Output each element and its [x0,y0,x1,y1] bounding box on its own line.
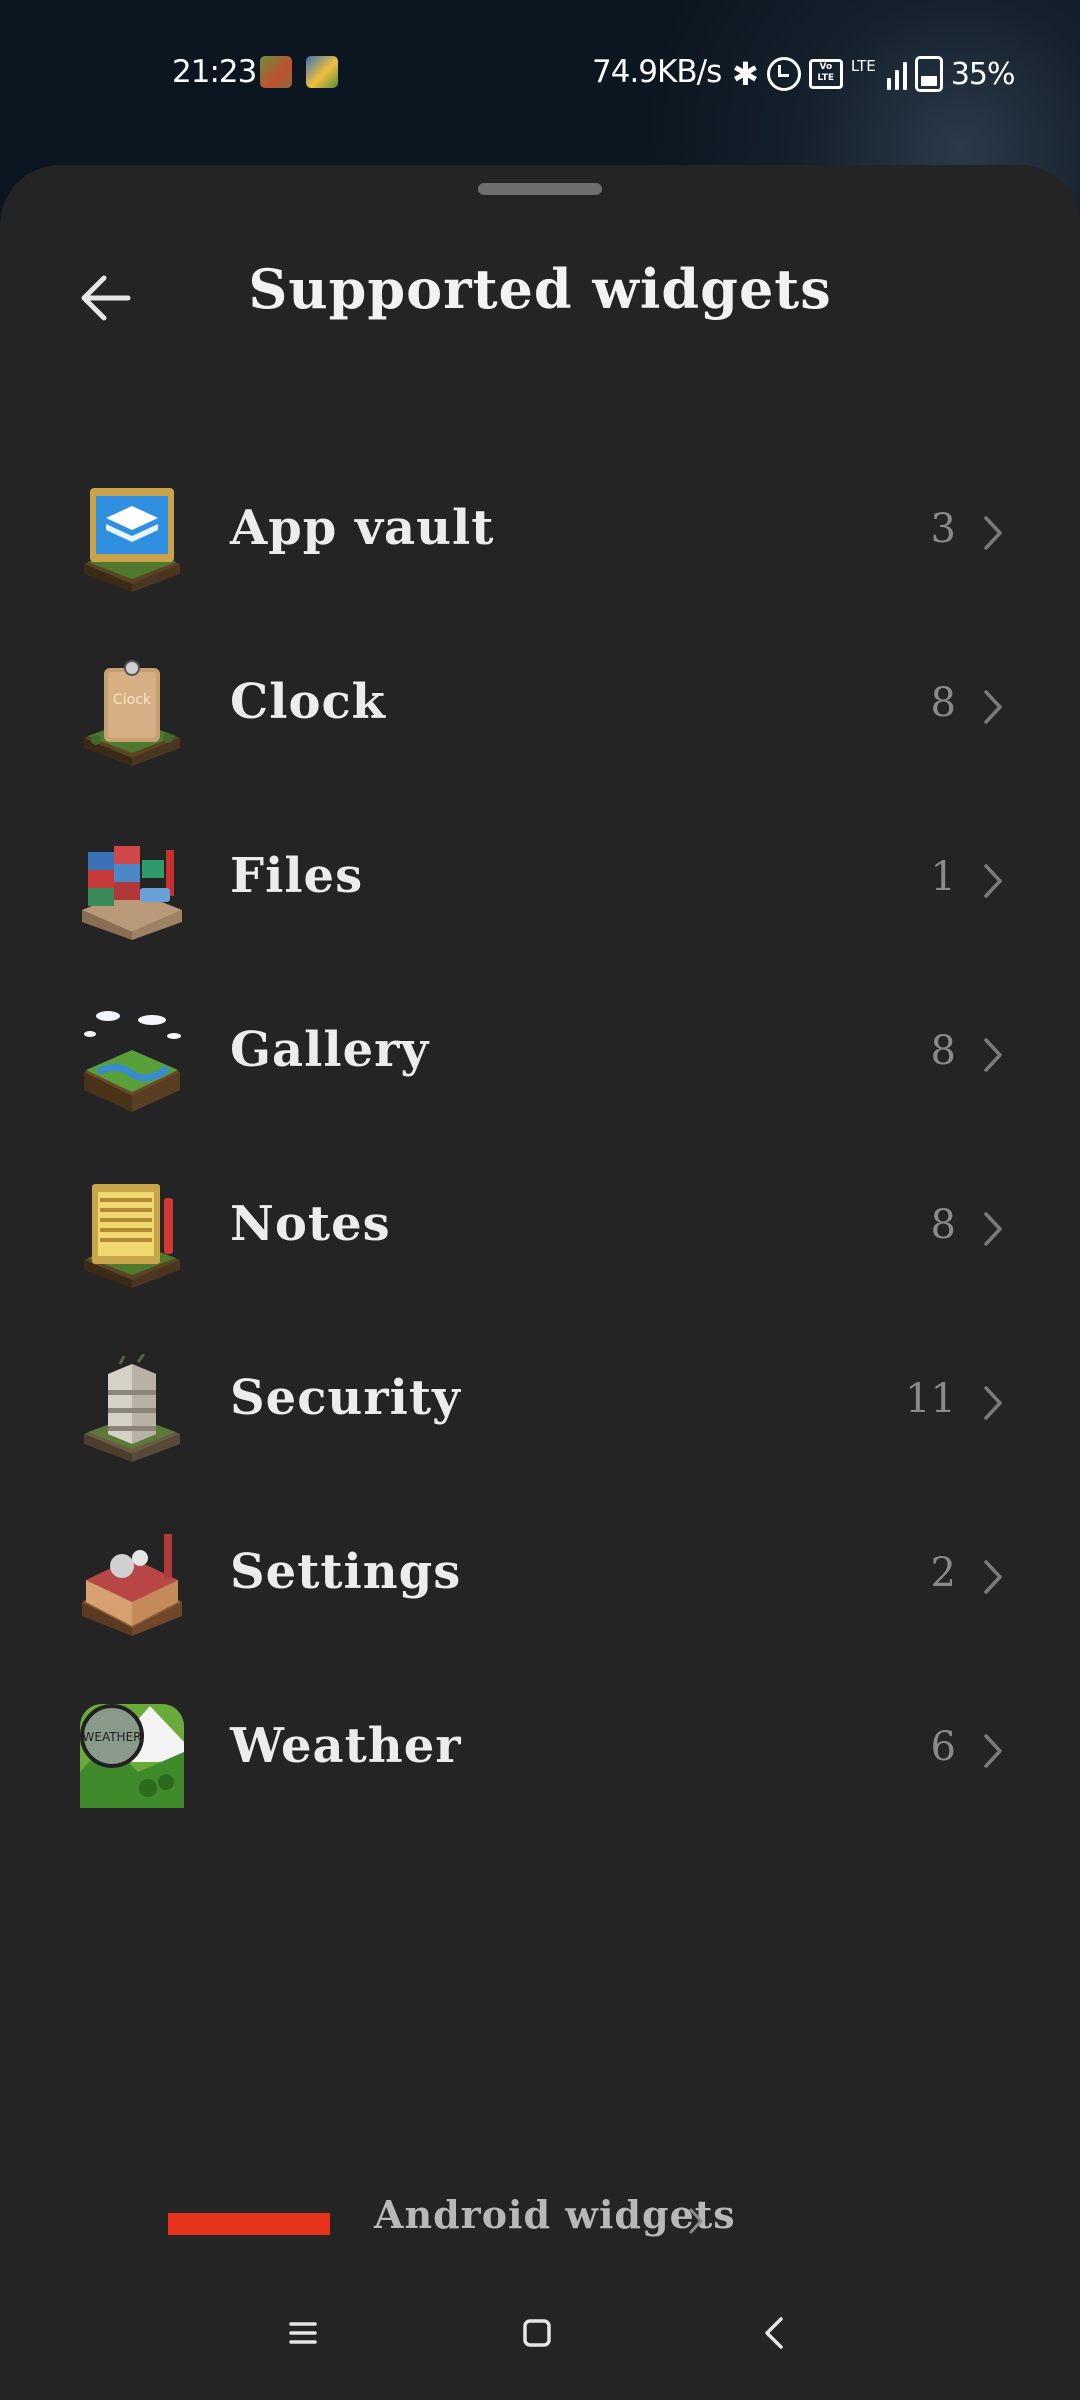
item-count: 8 [930,1202,956,1248]
app-vault-icon [84,488,180,592]
drag-handle[interactable] [478,183,602,195]
item-label: Security [230,1370,461,1426]
chevron-right-icon [984,1386,1002,1420]
item-label: App vault [230,500,495,556]
list-item-clock[interactable]: Clock Clock 8 [0,622,1080,796]
chevron-right-icon [984,1560,1002,1594]
item-label: Weather [230,1718,462,1774]
item-count: 8 [930,1028,956,1074]
list-item-notes[interactable]: Notes 8 [0,1144,1080,1318]
gallery-notification-icon [306,56,338,88]
volte-icon: Vo LTE [808,59,843,89]
android-widgets-label: Android widgets [374,2192,736,2237]
gallery-icon [84,1011,181,1112]
back-icon[interactable] [762,2316,786,2350]
lte-icon: LTE [850,57,876,75]
status-time: 21:23 [172,54,257,90]
signal-icon [886,58,907,90]
files-icon [82,846,182,940]
network-speed: 74.9KB/s [592,54,722,90]
android-widgets-link[interactable]: Android widgets [0,2184,1080,2254]
widget-list: App vault 3 Clock Clock 8 Files 1 Galler… [0,448,1080,1840]
list-item-files[interactable]: Files 1 [0,796,1080,970]
chevron-right-icon [984,1734,1002,1768]
security-icon [84,1354,180,1462]
clock-icon: Clock [84,660,180,766]
alarm-icon [766,57,801,91]
chevron-right-icon [984,690,1002,724]
chevron-right-icon [689,2208,703,2234]
menu-icon[interactable] [288,2318,318,2348]
item-count: 8 [930,680,956,726]
settings-icon [82,1534,182,1636]
chevron-right-icon [984,1212,1002,1246]
bluetooth-icon: ✱ [732,55,759,93]
item-count: 1 [930,854,956,900]
item-label: Clock [230,674,386,730]
weather-icon: WEATHER [80,1704,184,1808]
item-label: Settings [230,1544,462,1600]
maps-notification-icon [260,56,292,88]
system-status-icons: ✱ Vo LTE LTE 35% [732,52,1015,96]
chevron-right-icon [984,864,1002,898]
home-icon[interactable] [522,2318,552,2348]
list-item-security[interactable]: Security 11 [0,1318,1080,1492]
redaction-bar [168,2213,330,2235]
list-item-gallery[interactable]: Gallery 8 [0,970,1080,1144]
notes-icon [84,1184,180,1288]
item-count: 3 [930,506,956,552]
supported-widgets-sheet: Supported widgets App vault 3 Clock Cloc… [0,165,1080,2400]
page-title: Supported widgets [248,257,832,321]
item-count: 11 [905,1376,956,1422]
chevron-right-icon [984,1038,1002,1072]
chevron-right-icon [984,516,1002,550]
battery-percent: 35% [950,56,1016,92]
list-item-settings[interactable]: Settings 2 [0,1492,1080,1666]
list-item-app-vault[interactable]: App vault 3 [0,448,1080,622]
navigation-bar [0,2296,1080,2376]
weather-icon-text: WEATHER [83,1730,142,1744]
clock-icon-text: Clock [113,692,152,708]
item-count: 2 [930,1550,956,1596]
item-label: Files [230,848,364,904]
battery-icon [914,56,943,92]
item-label: Notes [230,1196,391,1252]
item-count: 6 [930,1724,956,1770]
list-item-weather[interactable]: WEATHER Weather 6 [0,1666,1080,1840]
status-bar: 21:23 74.9KB/s ✱ Vo LTE LTE 35% [0,0,1080,150]
item-label: Gallery [230,1022,430,1078]
